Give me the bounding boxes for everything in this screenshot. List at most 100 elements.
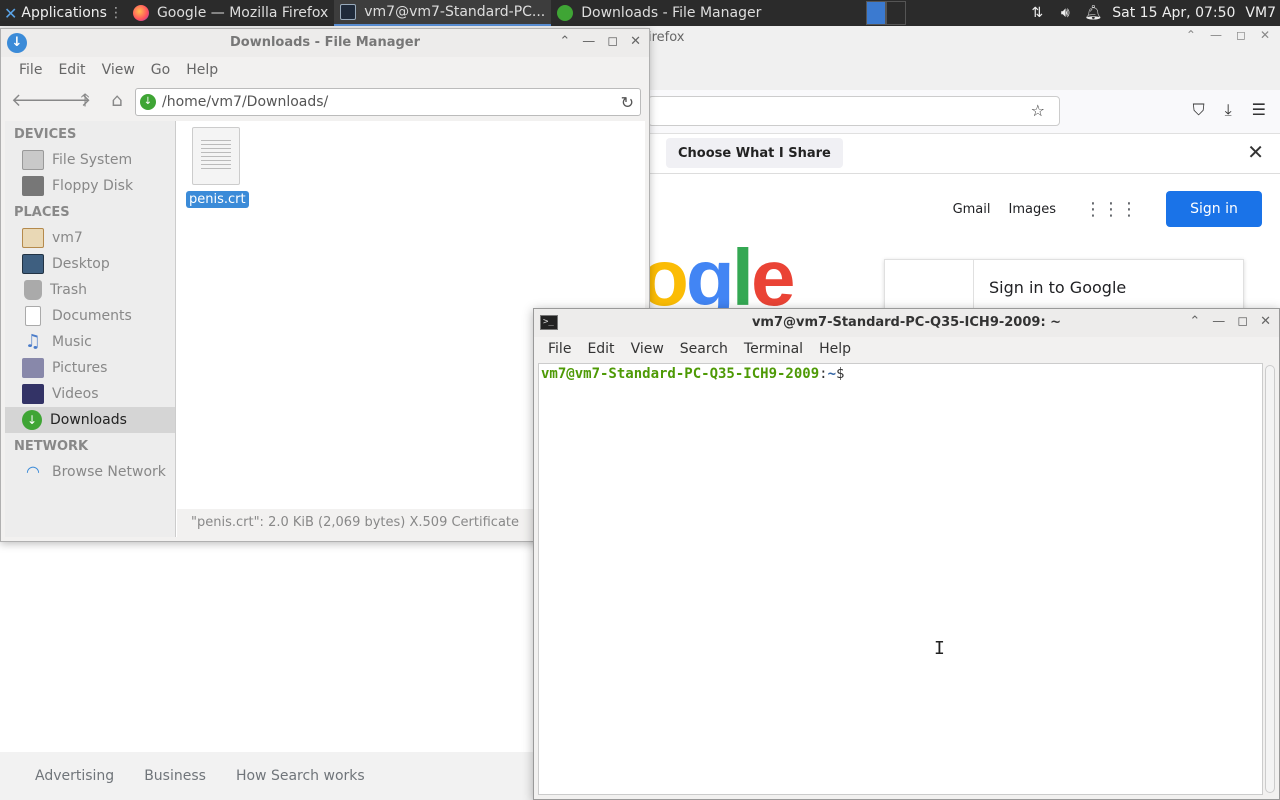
close-icon[interactable]: ✕ <box>1260 28 1270 42</box>
close-icon[interactable]: ✕ <box>1260 314 1271 329</box>
taskbar-label: vm7@vm7-Standard-PC... <box>364 4 546 20</box>
terminal-menu-bar: File Edit View Search Terminal Help <box>534 337 1279 361</box>
sidebar-item-documents[interactable]: Documents <box>5 303 175 329</box>
maximize-icon[interactable]: ◻ <box>1236 28 1246 42</box>
music-icon: ♫ <box>24 331 42 352</box>
sidebar-item-label: Browse Network <box>52 464 166 480</box>
clock[interactable]: Sat 15 Apr, 07:50 <box>1112 5 1235 21</box>
desktop-icon <box>22 254 44 274</box>
url-bar[interactable]: ☆ <box>648 96 1060 126</box>
google-logo: ogle <box>640 233 795 322</box>
terminal-scrollbar[interactable] <box>1265 365 1275 793</box>
sidebar-item-downloads[interactable]: ↓ Downloads <box>5 407 175 433</box>
separator-icon: ⋮ <box>108 5 123 21</box>
firefox-icon <box>132 5 149 21</box>
hamburger-menu-icon[interactable]: ☰ <box>1252 100 1266 120</box>
workspace-1[interactable] <box>866 1 886 25</box>
sidebar-item-videos[interactable]: Videos <box>5 381 175 407</box>
pictures-icon <box>22 358 44 378</box>
menu-edit[interactable]: Edit <box>581 341 620 357</box>
menu-view[interactable]: View <box>96 62 141 78</box>
terminal-window: >_ vm7@vm7-Standard-PC-Q35-ICH9-2009: ~ … <box>533 308 1280 800</box>
document-file-icon <box>192 127 240 185</box>
applications-menu-button[interactable]: ✕ Applications ⋮ <box>0 0 127 26</box>
taskbar-item-file-manager[interactable]: Downloads - File Manager <box>551 0 767 26</box>
collapse-icon[interactable]: ⌃ <box>559 34 570 49</box>
reload-icon[interactable]: ↻ <box>621 93 634 112</box>
workspace-2[interactable] <box>886 1 906 25</box>
forward-arrow-icon[interactable]: 🡒 <box>43 91 91 111</box>
sidebar-item-pictures[interactable]: Pictures <box>5 355 175 381</box>
system-tray: ⇅ 🔊︎ 🔔︎ Sat 15 Apr, 07:50 VM7 <box>1028 0 1280 26</box>
window-buttons: ⌃ — ◻ ✕ <box>1189 314 1271 329</box>
user-menu[interactable]: VM7 <box>1245 5 1276 21</box>
window-title: vm7@vm7-Standard-PC-Q35-ICH9-2009: ~ <box>751 315 1062 330</box>
how-search-works-link[interactable]: How Search works <box>236 768 365 784</box>
sidebar-item-desktop[interactable]: Desktop <box>5 251 175 277</box>
choose-what-i-share-button[interactable]: Choose What I Share <box>666 138 843 168</box>
menu-terminal[interactable]: Terminal <box>738 341 809 357</box>
minimize-icon[interactable]: — <box>582 34 595 49</box>
location-bar[interactable]: ↓ /home/vm7/Downloads/ ↻ <box>135 88 641 116</box>
advertising-link[interactable]: Advertising <box>35 768 114 784</box>
sidebar-item-label: Pictures <box>52 360 108 376</box>
documents-icon <box>25 306 41 326</box>
notification-bell-icon[interactable]: 🔔︎ <box>1084 5 1102 21</box>
menu-file[interactable]: File <box>13 62 48 78</box>
menu-view[interactable]: View <box>625 341 670 357</box>
network-status-icon[interactable]: ⇅ <box>1028 5 1046 21</box>
menu-search[interactable]: Search <box>674 341 734 357</box>
sidebar-item-file-system[interactable]: File System <box>5 147 175 173</box>
devices-header: DEVICES <box>14 127 77 142</box>
sidebar-item-label: File System <box>52 152 133 168</box>
downloads-icon <box>557 5 574 21</box>
back-arrow-icon[interactable]: 🡐 <box>11 91 59 111</box>
google-apps-icon[interactable]: ⋮⋮⋮ <box>1084 199 1138 220</box>
sidebar-item-browse-network[interactable]: ◠ Browse Network <box>5 459 175 485</box>
menu-file[interactable]: File <box>542 341 577 357</box>
sidebar-item-floppy-disk[interactable]: Floppy Disk <box>5 173 175 199</box>
home-icon[interactable]: ⌂ <box>107 91 127 111</box>
terminal-screen[interactable]: vm7@vm7-Standard-PC-Q35-ICH9-2009:~$ I <box>538 363 1263 795</box>
sidebar-item-label: Videos <box>52 386 99 402</box>
business-link[interactable]: Business <box>144 768 206 784</box>
menu-help[interactable]: Help <box>180 62 224 78</box>
drive-icon <box>22 150 44 170</box>
minimize-icon[interactable]: — <box>1210 28 1222 42</box>
close-icon[interactable]: ✕ <box>630 34 641 49</box>
gmail-link[interactable]: Gmail <box>953 202 991 217</box>
menu-help[interactable]: Help <box>813 341 857 357</box>
downloads-icon: ↓ <box>140 94 156 110</box>
taskbar-item-firefox[interactable]: Google — Mozilla Firefox <box>127 0 334 26</box>
volume-icon[interactable]: 🔊︎ <box>1056 5 1074 21</box>
taskbar-item-terminal[interactable]: vm7@vm7-Standard-PC... <box>334 0 552 26</box>
text-cursor-icon: I <box>934 638 945 659</box>
bookmark-star-icon[interactable]: ☆ <box>1031 101 1045 120</box>
minimize-icon[interactable]: — <box>1212 314 1225 329</box>
pocket-icon[interactable]: ⛉ <box>1193 100 1205 120</box>
images-link[interactable]: Images <box>1009 202 1057 217</box>
file-item[interactable]: penis.crt <box>186 127 249 208</box>
collapse-icon[interactable]: ⌃ <box>1186 28 1196 42</box>
close-icon[interactable]: ✕ <box>1247 140 1264 164</box>
sidebar-item-music[interactable]: ♫ Music <box>5 329 175 355</box>
file-name: penis.crt <box>186 191 249 208</box>
xfce-logo-icon: ✕ <box>4 3 18 23</box>
workspace-switcher[interactable] <box>866 1 906 25</box>
downloads-arrow-icon[interactable]: ⤓ <box>1225 100 1232 120</box>
sidebar-item-label: Documents <box>52 308 132 324</box>
maximize-icon[interactable]: ◻ <box>1237 314 1248 329</box>
collapse-icon[interactable]: ⌃ <box>1189 314 1200 329</box>
menu-edit[interactable]: Edit <box>52 62 91 78</box>
file-manager-titlebar: ↓ Downloads - File Manager ⌃ — ◻ ✕ <box>1 29 649 57</box>
maximize-icon[interactable]: ◻ <box>607 34 618 49</box>
home-icon <box>22 228 44 248</box>
prompt-separator: : <box>819 366 828 382</box>
up-arrow-icon[interactable]: 🡑 <box>75 91 95 111</box>
sidebar-item-trash[interactable]: Trash <box>5 277 175 303</box>
sidebar-item-label: vm7 <box>52 230 83 246</box>
location-path[interactable]: /home/vm7/Downloads/ <box>162 94 621 110</box>
menu-go[interactable]: Go <box>145 62 176 78</box>
sign-in-button[interactable]: Sign in <box>1166 191 1262 227</box>
sidebar-item-vm7[interactable]: vm7 <box>5 225 175 251</box>
